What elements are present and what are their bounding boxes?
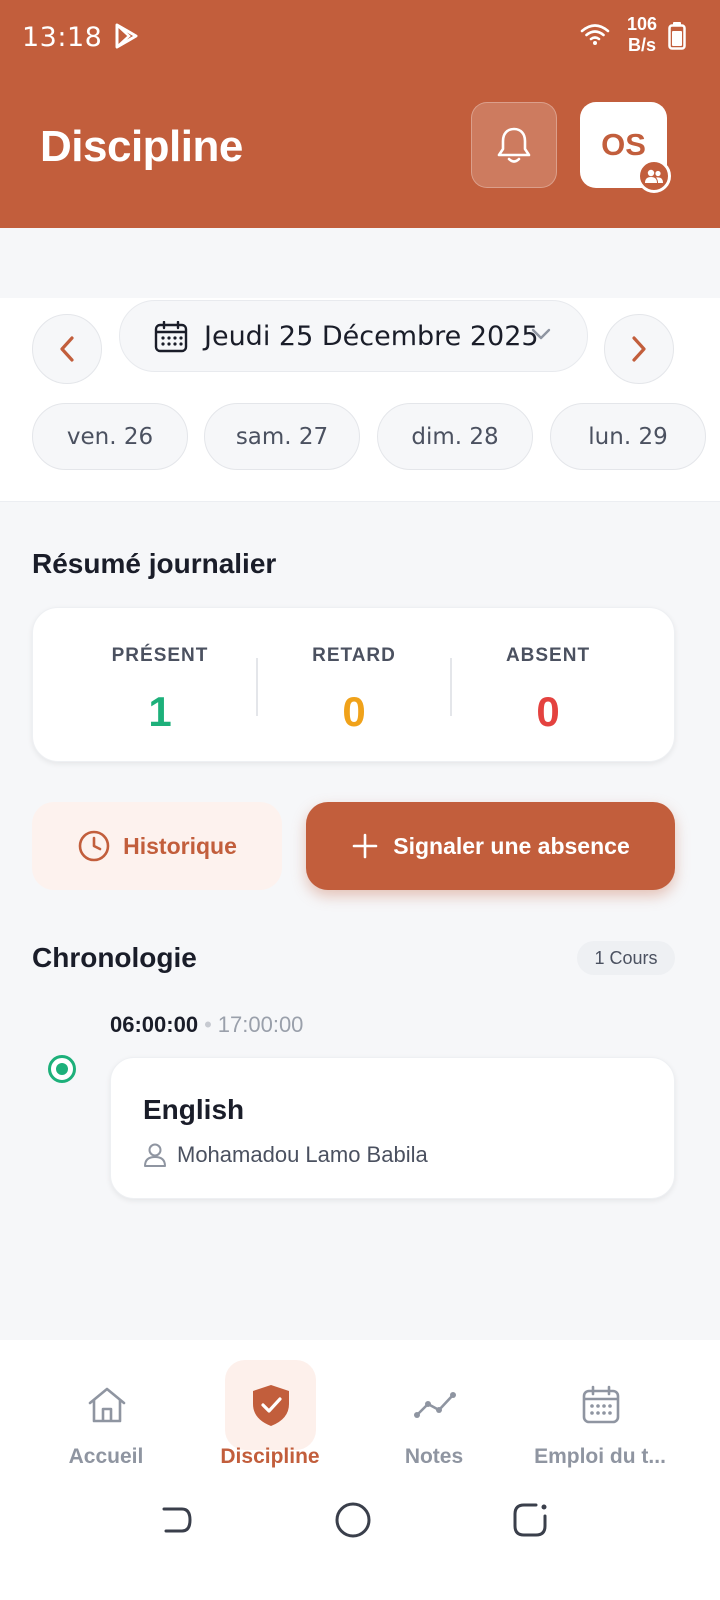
trend-icon — [413, 1392, 456, 1418]
report-absence-button[interactable]: Signaler une absence — [306, 802, 675, 890]
nav-notes-label: Notes — [404, 1445, 464, 1468]
bottom-navigation: Accueil Discipline Notes Emploi du t... — [0, 1340, 720, 1600]
history-label: Historique — [123, 832, 237, 859]
home-icon — [88, 1387, 125, 1423]
time-range: 06:00:00 • 17:00:00 — [110, 1012, 304, 1037]
stat-absent-value: 0 — [536, 688, 560, 735]
system-navigation-bar — [0, 1500, 720, 1560]
stat-present: PRÉSENT 1 — [63, 608, 257, 763]
teacher-name: Mohamadou Lamo Babila — [177, 1142, 428, 1167]
nav-notes[interactable]: Notes — [354, 1360, 514, 1480]
calendar-icon — [582, 1385, 619, 1424]
course-count-badge: 1 Cours — [577, 941, 675, 975]
back-icon[interactable] — [156, 1500, 196, 1540]
timeline-status-dot — [48, 1055, 76, 1083]
calendar-icon — [154, 321, 188, 353]
recents-icon[interactable] — [510, 1500, 550, 1540]
date-navigation: Jeudi 25 Décembre 2025 ven. 26 sam. 27 d… — [0, 298, 720, 502]
network-speed: 106 B/s — [626, 14, 658, 55]
wifi-icon — [580, 24, 610, 45]
nav-discipline-label: Discipline — [220, 1445, 320, 1468]
timeline-title: Chronologie — [32, 942, 197, 973]
shield-check-icon — [252, 1385, 289, 1426]
nav-home-label: Accueil — [68, 1445, 144, 1468]
stat-late: RETARD 0 — [257, 608, 451, 763]
clock-icon — [78, 830, 110, 862]
end-time: 17:00:00 — [217, 1012, 304, 1037]
home-button-icon[interactable] — [333, 1500, 373, 1540]
battery-icon — [668, 22, 686, 50]
chevron-right-icon — [632, 336, 646, 362]
bell-icon — [497, 127, 531, 163]
status-bar: 13:18 106 B/s — [0, 0, 720, 74]
previous-day-button[interactable] — [32, 314, 102, 384]
current-date: Jeudi 25 Décembre 2025 — [204, 321, 539, 352]
day-chip[interactable]: sam. 27 — [204, 403, 360, 470]
person-icon — [144, 1143, 166, 1167]
play-store-icon — [115, 23, 138, 49]
day-chip[interactable]: lun. 29 — [550, 403, 706, 470]
chevron-left-icon — [60, 336, 74, 362]
nav-timetable-label: Emploi du t... — [534, 1445, 666, 1468]
daily-summary-card: PRÉSENT 1 RETARD 0 ABSENT 0 — [32, 607, 675, 762]
course-card[interactable]: English Mohamadou Lamo Babila — [110, 1057, 675, 1199]
nav-discipline[interactable]: Discipline — [190, 1360, 350, 1480]
date-picker[interactable]: Jeudi 25 Décembre 2025 — [119, 300, 588, 372]
report-absence-label: Signaler une absence — [393, 832, 630, 859]
status-time: 13:18 — [22, 22, 103, 53]
summary-title: Résumé journalier — [32, 548, 277, 579]
group-badge — [637, 159, 671, 193]
start-time: 06:00:00 — [110, 1012, 199, 1037]
app-header: 13:18 106 B/s Discipline OS — [0, 0, 720, 228]
page-title: Discipline — [40, 122, 243, 171]
chevron-down-icon — [531, 328, 551, 340]
day-chip[interactable]: ven. 26 — [32, 403, 188, 470]
notifications-button[interactable] — [471, 102, 557, 188]
stat-late-value: 0 — [342, 688, 366, 735]
plus-icon — [352, 833, 378, 859]
stat-present-value: 1 — [148, 688, 172, 735]
history-button[interactable]: Historique — [32, 802, 282, 890]
day-chip[interactable]: dim. 28 — [377, 403, 533, 470]
stat-absent: ABSENT 0 — [451, 608, 645, 763]
next-day-button[interactable] — [604, 314, 674, 384]
nav-timetable[interactable]: Emploi du t... — [520, 1360, 680, 1480]
avatar-initials: OS — [601, 127, 646, 162]
course-name: English — [143, 1094, 245, 1125]
nav-home[interactable]: Accueil — [26, 1360, 186, 1480]
group-icon — [645, 169, 663, 183]
